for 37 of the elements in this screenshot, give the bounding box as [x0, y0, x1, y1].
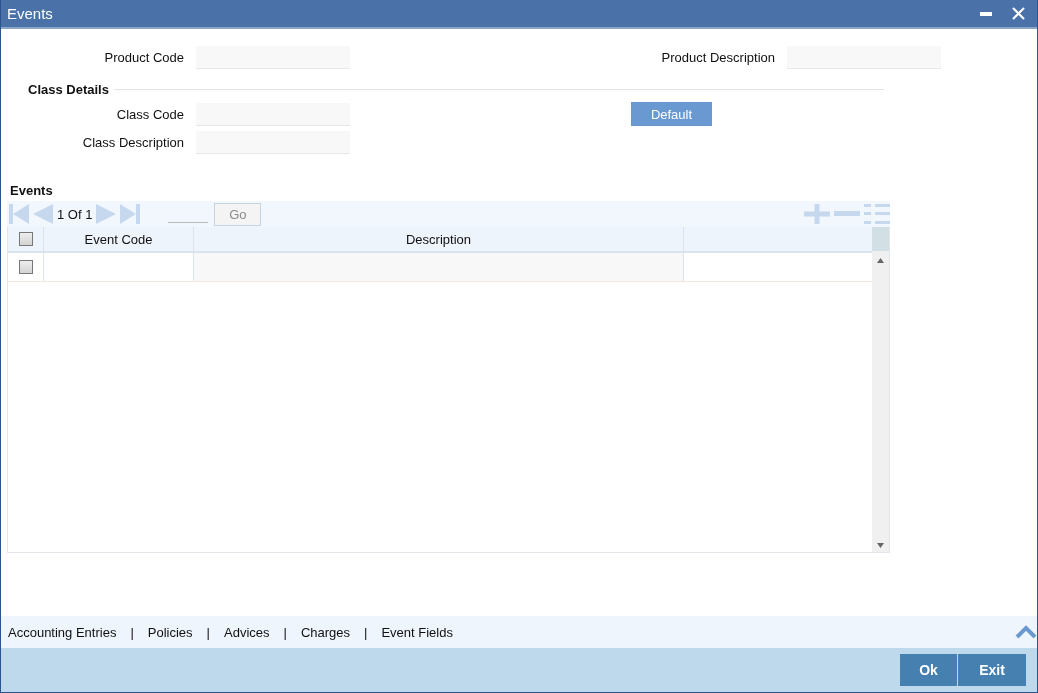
footer-link[interactable]: Charges — [300, 624, 351, 640]
separator: | — [130, 624, 134, 640]
scroll-up-icon[interactable] — [877, 258, 884, 263]
window-title: Events — [7, 5, 54, 22]
footer-link[interactable]: Accounting Entries — [8, 624, 117, 640]
field-label: Class Description — [81, 135, 185, 150]
footer-link[interactable]: Advices — [224, 624, 270, 640]
footer-link[interactable]: Policies — [147, 624, 193, 640]
next-page-icon[interactable] — [96, 204, 117, 224]
add-row-icon[interactable] — [804, 204, 830, 224]
column-header[interactable]: Event Code — [43, 227, 193, 251]
scroll-down-icon[interactable] — [877, 543, 884, 548]
scrollbar[interactable] — [872, 227, 889, 552]
section-heading: Class Details — [27, 82, 110, 97]
separator: | — [364, 624, 368, 640]
action-button[interactable]: Ok — [900, 654, 957, 686]
description-field[interactable] — [193, 253, 683, 281]
first-page-icon[interactable] — [9, 204, 29, 224]
separator: | — [206, 624, 210, 640]
footer-link[interactable]: Event Fields — [381, 624, 453, 640]
close-icon[interactable] — [1012, 7, 1025, 20]
column-header[interactable]: Description — [193, 227, 683, 251]
field-label: Class Code — [115, 106, 185, 122]
delete-row-icon[interactable] — [834, 211, 860, 217]
list-view-icon[interactable] — [864, 204, 890, 224]
page-indicator: 1 Of 1 — [57, 206, 93, 222]
row-checkbox[interactable] — [18, 260, 33, 274]
separator: | — [283, 624, 287, 640]
select-all-checkbox[interactable] — [18, 232, 33, 246]
section-heading: Events — [10, 183, 54, 198]
field-label: Product Code — [103, 50, 185, 65]
last-page-icon[interactable] — [120, 204, 141, 224]
chevron-up-icon[interactable] — [1015, 625, 1037, 639]
action-button[interactable]: Exit — [958, 654, 1026, 686]
minimize-icon[interactable] — [980, 11, 992, 16]
field-label: Product Description — [660, 50, 776, 65]
previous-page-icon[interactable] — [33, 204, 53, 224]
